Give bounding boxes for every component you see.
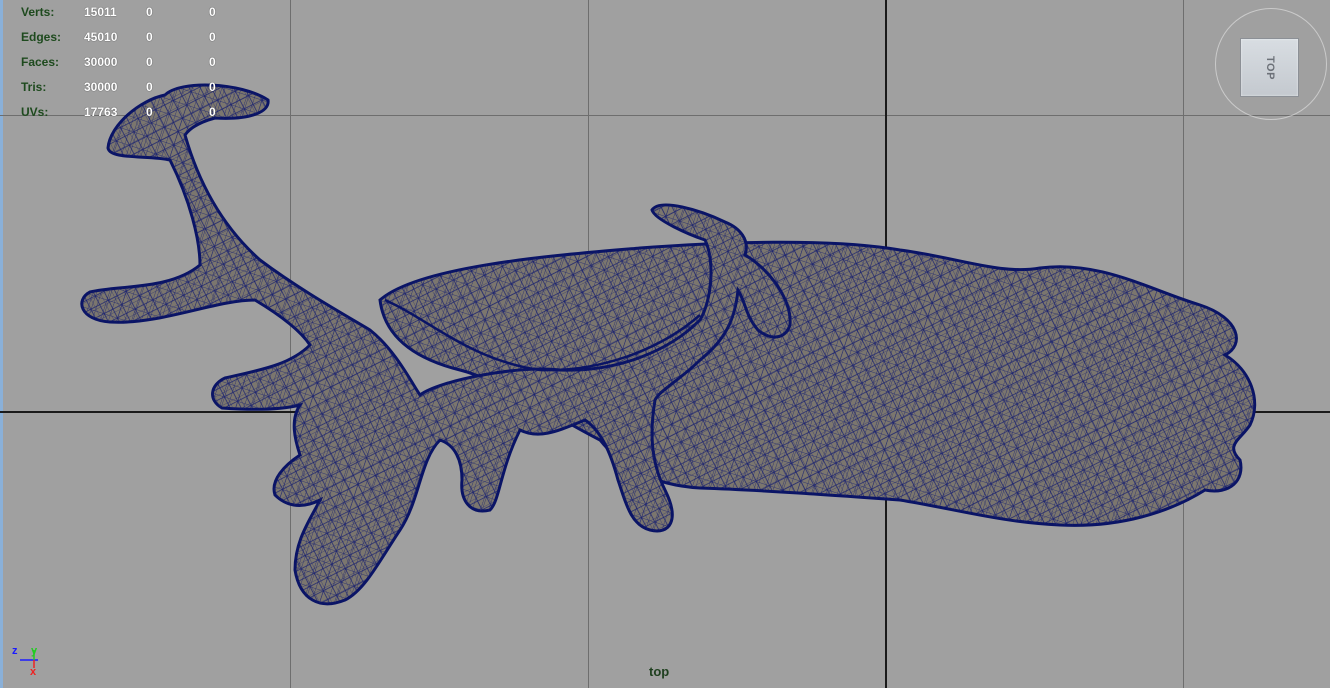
3d-viewport[interactable]: Verts: 15011 0 0 Edges: 45010 0 0 Faces: 30000 0 0 T… [0, 0, 1330, 688]
hud-stat-object: 15011 [84, 5, 117, 19]
axis-orientation-gizmo: z y x [12, 645, 38, 678]
hud-stat-object: 17763 [84, 105, 118, 119]
hud-stat-components: 0 [209, 5, 216, 19]
hud-stat-components: 0 [209, 30, 216, 44]
hud-stat-components: 0 [209, 80, 216, 94]
hud-stat-label: UVs: [21, 105, 49, 119]
hud-row: Verts: 15011 0 0 [21, 0, 261, 25]
hud-stat-selected: 0 [146, 80, 153, 94]
hud-row: Faces: 30000 0 0 [21, 50, 261, 75]
viewcube[interactable]: TOP [1240, 38, 1299, 97]
hud-stat-label: Edges: [21, 30, 62, 44]
viewcube-face-label: TOP [1263, 55, 1276, 80]
hud-stat-object: 30000 [84, 55, 118, 69]
hud-stat-selected: 0 [146, 55, 153, 69]
hud-stat-label: Faces: [21, 55, 60, 69]
hud-row: Edges: 45010 0 0 [21, 25, 261, 50]
hud-stat-selected: 0 [146, 105, 153, 119]
hud-stat-object: 45010 [84, 30, 118, 44]
hud-stat-selected: 0 [146, 30, 153, 44]
hud-row: UVs: 17763 0 0 [21, 100, 261, 125]
y-axis-label: y [31, 645, 38, 657]
z-axis-label: z [12, 645, 18, 657]
x-axis-label: x [30, 666, 37, 678]
hud-row: Tris: 30000 0 0 [21, 75, 261, 100]
poly-count-hud: Verts: 15011 0 0 Edges: 45010 0 0 Faces: 30000 0 0 T… [21, 0, 261, 125]
view-name-label: top [649, 664, 670, 679]
hud-stat-label: Tris: [21, 80, 47, 94]
hud-stat-selected: 0 [146, 5, 153, 19]
hud-stat-components: 0 [209, 55, 216, 69]
hud-stat-components: 0 [209, 105, 216, 119]
hud-stat-object: 30000 [84, 80, 118, 94]
hud-stat-label: Verts: [21, 5, 55, 19]
